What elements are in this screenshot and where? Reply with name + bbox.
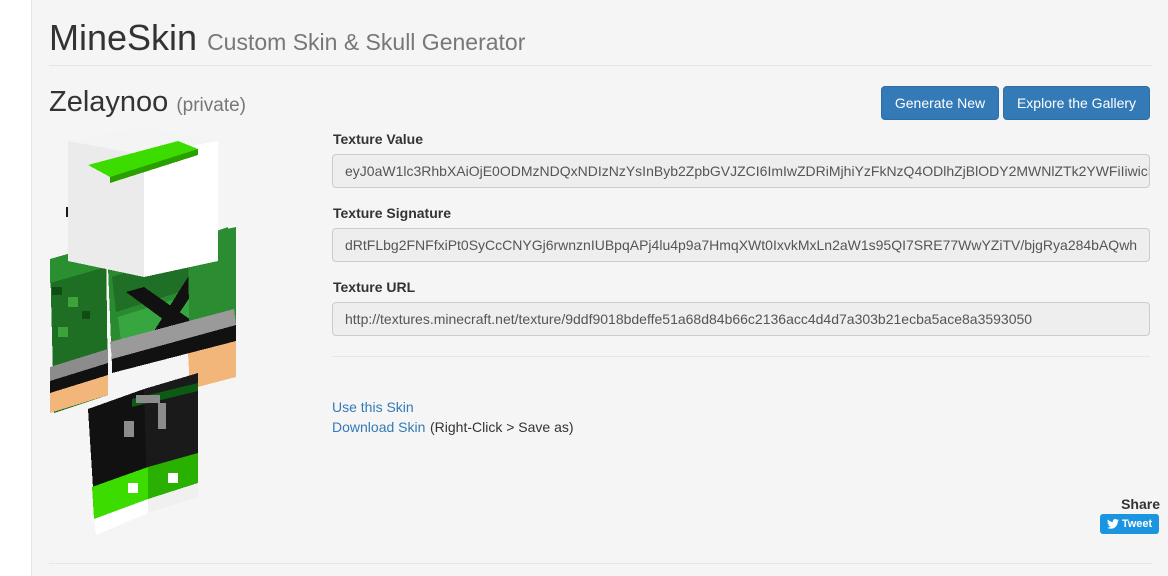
site-header: MineSkin Custom Skin & Skull Generator (49, 18, 525, 58)
use-skin-link[interactable]: Use this Skin (332, 399, 414, 415)
texture-signature-label: Texture Signature (333, 205, 451, 221)
share-label: Share (1121, 496, 1160, 512)
footer-divider (49, 563, 1152, 564)
texture-value-label: Texture Value (333, 131, 424, 147)
skin-title: Zelaynoo (private) (49, 86, 246, 119)
tweet-button[interactable]: Tweet (1100, 514, 1159, 534)
tweet-label: Tweet (1121, 518, 1153, 530)
generate-new-button[interactable]: Generate New (881, 86, 999, 120)
content-divider (332, 356, 1150, 357)
skin-name: Zelaynoo (49, 86, 169, 118)
texture-signature-field[interactable]: dRtFLbg2FNFfxiPt0SyCcCNYGj6rwnznIUBpqAPj… (332, 228, 1150, 262)
texture-url-field[interactable]: http://textures.minecraft.net/texture/9d… (332, 302, 1150, 336)
download-skin-link[interactable]: Download Skin (332, 419, 425, 435)
brand-title[interactable]: MineSkin (49, 18, 197, 58)
texture-url-label: Texture URL (333, 279, 416, 295)
skin-privacy-label: (private) (176, 95, 246, 116)
brand-subtitle: Custom Skin & Skull Generator (207, 29, 526, 55)
twitter-bird-icon (1106, 519, 1119, 529)
texture-value-field[interactable]: eyJ0aW1lc3RhbXAiOjE0ODMzNDQxNDIzNzYsInBy… (332, 154, 1150, 188)
explore-gallery-button[interactable]: Explore the Gallery (1003, 86, 1150, 120)
header-divider (49, 65, 1152, 66)
skin-render-image (50, 127, 236, 535)
download-note: (Right-Click > Save as) (430, 419, 574, 435)
